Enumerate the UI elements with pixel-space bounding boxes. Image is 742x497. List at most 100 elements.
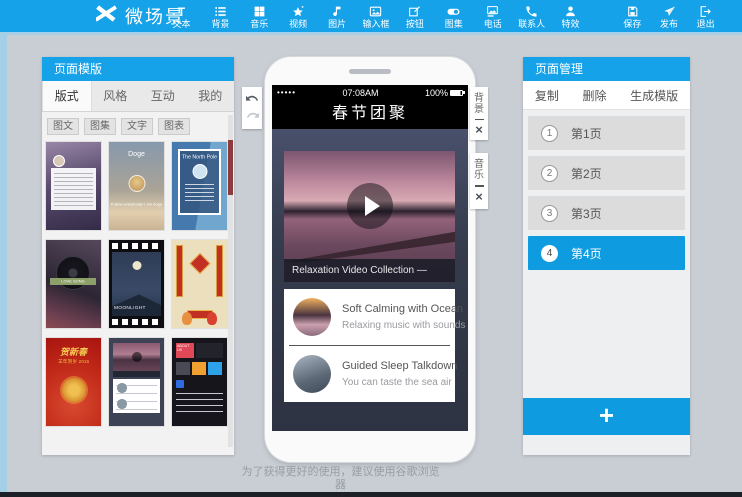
toolbar-background-button[interactable]: 背景 — [201, 0, 240, 32]
toolbar-music-button[interactable]: 音乐 — [240, 0, 279, 32]
template-scrollbar-thumb[interactable] — [228, 140, 233, 195]
avatar — [53, 155, 65, 167]
generate-template-button[interactable]: 生成模版 — [630, 87, 678, 104]
tab-style[interactable]: 风格 — [92, 81, 140, 111]
mini-list — [113, 379, 160, 413]
tab-mine[interactable]: 我的 — [187, 81, 235, 111]
minimize-dash[interactable] — [475, 185, 484, 187]
toolbar-text-button[interactable]: T 文本 — [162, 0, 201, 32]
framed-card: The North Pole — [178, 149, 221, 215]
filter-image-text[interactable]: 图文 — [47, 118, 79, 135]
template-thumbnail-love-song[interactable]: LOVE SONG — [46, 240, 101, 328]
phone-tile — [196, 343, 223, 358]
filter-chart[interactable]: 图表 — [158, 118, 190, 135]
phone-mockup: ••••• 07:08AM 100% 春节团聚 Relaxation Video… — [265, 57, 475, 462]
list-icon — [214, 5, 227, 19]
signal-dots: ••••• — [277, 88, 296, 97]
page-number-badge: 1 — [541, 125, 558, 142]
redo-button[interactable] — [246, 111, 259, 122]
exit-button[interactable]: 退出 — [687, 0, 724, 32]
toolbar-right-items: 保存 发布 退出 — [614, 0, 724, 32]
template-grid: Doge Follow everybody! I am doge The Nor… — [46, 142, 228, 426]
toolbar-phone-button[interactable]: 电话 — [473, 0, 512, 32]
page-item-4[interactable]: 4 第4页 — [528, 236, 685, 270]
toolbar-video-button[interactable]: 视频 — [279, 0, 318, 32]
copy-page-button[interactable]: 复制 — [535, 87, 559, 104]
save-button[interactable]: 保存 — [614, 0, 651, 32]
couplet-strip — [176, 245, 183, 297]
film-holes — [112, 319, 161, 325]
template-tabs: 版式 风格 互动 我的 — [42, 81, 234, 112]
picture-bar-icon — [486, 5, 499, 19]
music-note-icon — [331, 5, 344, 19]
template-thumbnail-moonlight[interactable]: MOONLIGHT — [109, 240, 164, 328]
play-button[interactable] — [347, 183, 393, 229]
delete-page-button[interactable]: 删除 — [582, 87, 606, 104]
template-thumbnail-north-pole[interactable]: The North Pole — [172, 142, 227, 230]
app-chip — [176, 380, 184, 388]
undo-button[interactable] — [246, 94, 259, 105]
page-panel-title: 页面管理 — [523, 57, 690, 81]
paper-plane-icon — [663, 5, 676, 19]
music-layer-tab[interactable]: 音乐 × — [470, 153, 488, 209]
toolbar-image-button[interactable]: 图片 — [318, 0, 357, 32]
phone-screen[interactable]: ••••• 07:08AM 100% 春节团聚 Relaxation Video… — [272, 85, 468, 431]
playlist-card[interactable]: Soft Calming with Ocean Relaxing music w… — [284, 289, 455, 402]
page-item-1[interactable]: 1 第1页 — [528, 116, 685, 150]
person-icon — [564, 5, 577, 19]
film-holes — [112, 243, 161, 249]
playlist-item-thumbnail — [293, 298, 331, 336]
floppy-icon — [626, 5, 639, 19]
close-icon[interactable]: × — [475, 191, 483, 202]
editor-window: 微场景 T 文本 背景 音乐 视频 图片 输入框 按钮 — [0, 0, 742, 497]
template-thumbnail-couplets[interactable] — [172, 240, 227, 328]
logo-x-icon — [96, 5, 118, 27]
page-title[interactable]: 春节团聚 — [272, 100, 468, 129]
template-thumbnail-doge[interactable]: Doge Follow everybody! I am doge — [109, 142, 164, 230]
tab-interactive[interactable]: 互动 — [139, 81, 187, 111]
picture-icon — [369, 5, 382, 19]
toolbar-contacts-button[interactable]: 联系人 — [512, 0, 551, 32]
globe-circle — [192, 164, 207, 179]
page-canvas[interactable]: Relaxation Video Collection — Soft Calmi… — [272, 129, 468, 431]
template-panel-title: 页面模版 — [42, 57, 234, 81]
history-controls — [242, 87, 262, 129]
playlist-item[interactable]: Soft Calming with Ocean Relaxing music w… — [284, 289, 455, 345]
headphones-tile — [176, 362, 190, 375]
page-item-3[interactable]: 3 第3页 — [528, 196, 685, 230]
filter-text[interactable]: 文字 — [121, 118, 153, 135]
tab-layout[interactable]: 版式 — [42, 81, 92, 111]
check-tile — [208, 362, 222, 375]
template-thumbnail-video-collection[interactable] — [109, 338, 164, 426]
hill — [112, 292, 161, 316]
template-thumbnail-he-xin-chun[interactable]: 贺新春 羊年贺岁 2015 — [46, 338, 101, 426]
page-item-2[interactable]: 2 第2页 — [528, 156, 685, 190]
template-thumbnail-dark-tiles[interactable]: ABOUT US — [172, 338, 227, 426]
text-lines — [176, 393, 223, 417]
toolbar-items: T 文本 背景 音乐 视频 图片 输入框 按钮 图集 — [162, 0, 590, 32]
figure — [207, 312, 217, 325]
filter-gallery[interactable]: 图集 — [84, 118, 116, 135]
close-icon[interactable]: × — [475, 124, 483, 135]
page-number-badge: 4 — [541, 245, 558, 262]
gold-flower — [62, 378, 86, 402]
playlist-item[interactable]: Guided Sleep Talkdown You can taste the … — [284, 346, 455, 402]
toolbar-button-button[interactable]: 按钮 — [395, 0, 434, 32]
status-bar: ••••• 07:08AM 100% — [272, 85, 468, 100]
phone-speaker — [349, 69, 391, 74]
edit-icon — [408, 5, 421, 19]
toolbar-input-button[interactable]: 输入框 — [357, 0, 396, 32]
battery-icon — [450, 90, 463, 96]
avatar — [128, 175, 145, 192]
add-page-button[interactable]: + — [523, 398, 690, 435]
template-thumbnail-profile-card[interactable] — [46, 142, 101, 230]
background-layer-tab[interactable]: 背景 × — [470, 87, 488, 140]
toolbar-gallery-button[interactable]: 图集 — [434, 0, 473, 32]
minimize-dash[interactable] — [475, 119, 484, 120]
mini-video — [113, 343, 160, 371]
video-element[interactable]: Relaxation Video Collection — — [284, 151, 455, 282]
template-filters: 图文 图集 文字 图表 — [42, 112, 234, 140]
figure — [182, 312, 192, 325]
publish-button[interactable]: 发布 — [651, 0, 688, 32]
toolbar-effects-button[interactable]: 特效 — [551, 0, 590, 32]
